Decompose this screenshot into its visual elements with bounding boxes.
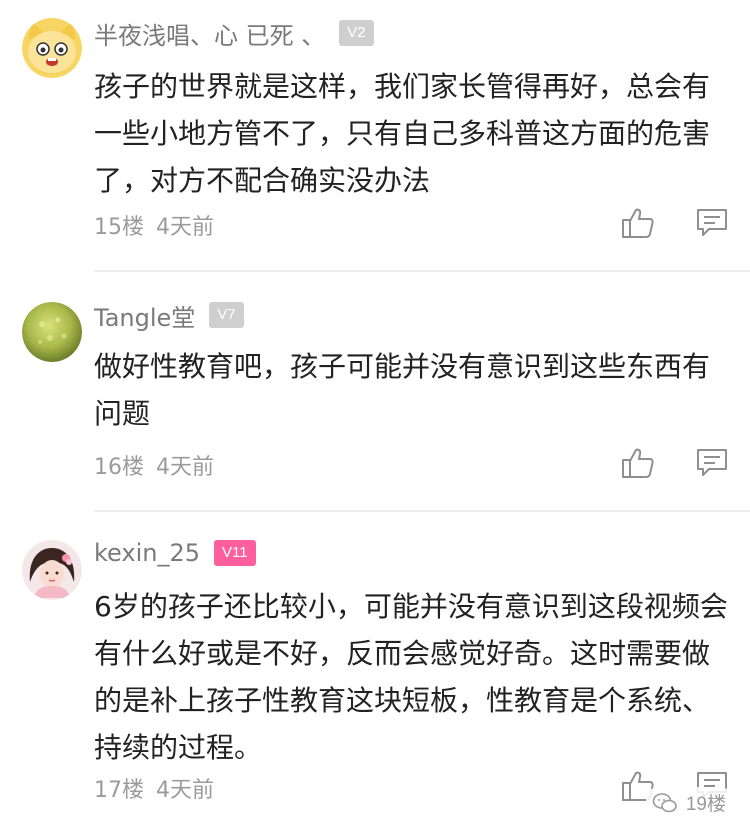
avatar[interactable] xyxy=(22,18,82,78)
watermark-text: 19楼 xyxy=(685,794,726,815)
user-row: Tangle堂 V7 xyxy=(94,298,244,332)
username[interactable]: Tangle堂 xyxy=(94,298,195,333)
level-badge: V11 xyxy=(214,540,256,566)
comment-text: 做好性教育吧，孩子可能并没有意识到这些东西有问题 xyxy=(94,350,711,430)
user-row: 半夜浅唱、心 已死 、 V2 xyxy=(94,16,374,50)
floor-number: 15楼 xyxy=(94,215,144,240)
thumbs-up-icon xyxy=(621,447,655,483)
watermark: 19楼 xyxy=(645,787,732,818)
comment-actions xyxy=(618,205,732,245)
wechat-icon xyxy=(652,792,678,814)
chat-bubble-icon xyxy=(696,448,728,482)
comment-meta: 15楼 4天前 xyxy=(94,205,732,245)
user-row: kexin_25 V11 xyxy=(94,536,256,570)
avatar[interactable] xyxy=(22,302,82,362)
level-badge: V7 xyxy=(209,302,244,328)
floor-number: 16楼 xyxy=(94,455,144,480)
comment-item: kexin_25 V11 6岁的孩子还比较小，可能并没有意识到这段视频会有什么好… xyxy=(0,512,750,832)
comment-item: 半夜浅唱、心 已死 、 V2 孩子的世界就是这样，我们家长管得再好，总会有一些小… xyxy=(0,0,750,270)
comment-text: 6岁的孩子还比较小，可能并没有意识到这段视频会有什么好或是不好，反而会感觉好奇。… xyxy=(94,590,728,764)
post-time: 4天前 xyxy=(156,215,214,240)
floor-number: 17楼 xyxy=(94,778,144,803)
avatar[interactable] xyxy=(22,540,82,600)
post-time: 4天前 xyxy=(156,778,214,803)
username[interactable]: 半夜浅唱、心 已死 、 xyxy=(94,16,325,51)
post-time: 4天前 xyxy=(156,455,214,480)
comment-actions xyxy=(618,445,732,485)
chat-bubble-icon xyxy=(696,208,728,242)
comment-item: Tangle堂 V7 做好性教育吧，孩子可能并没有意识到这些东西有问题 16楼 4… xyxy=(0,272,750,510)
reply-button[interactable] xyxy=(692,445,732,485)
level-badge: V2 xyxy=(339,20,374,46)
comment-meta: 16楼 4天前 xyxy=(94,445,732,485)
comment-text: 孩子的世界就是这样，我们家长管得再好，总会有一些小地方管不了，只有自己多科普这方… xyxy=(94,70,711,197)
reply-button[interactable] xyxy=(692,205,732,245)
like-button[interactable] xyxy=(618,205,658,245)
username[interactable]: kexin_25 xyxy=(94,539,200,567)
thumbs-up-icon xyxy=(621,207,655,243)
comment-meta: 17楼 4天前 xyxy=(94,768,732,808)
like-button[interactable] xyxy=(618,445,658,485)
